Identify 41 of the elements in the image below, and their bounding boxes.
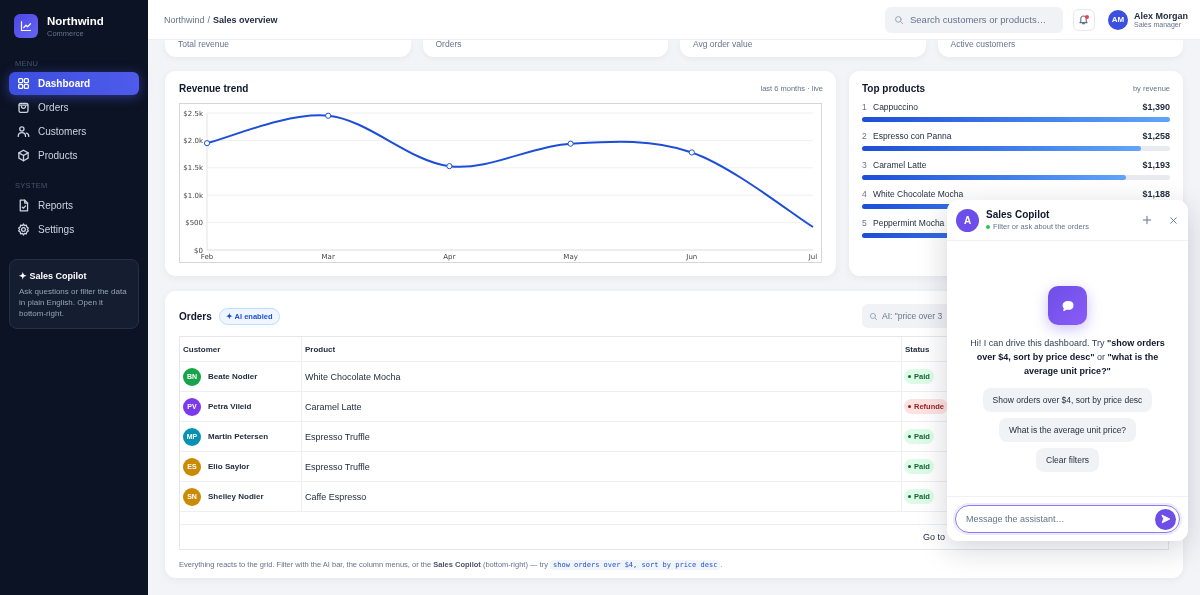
- product-name: White Chocolate Mocha: [873, 189, 964, 199]
- product-rank: 5: [862, 218, 868, 228]
- promo-text: Ask questions or filter the data in plain English. Open it bottom-right.: [19, 286, 128, 319]
- customer-name: Shelley Nodier: [208, 492, 264, 501]
- stat-label: Avg order value: [693, 39, 753, 49]
- product-revenue: $1,188: [1142, 189, 1170, 199]
- product-rank: 2: [862, 131, 868, 141]
- product-name: Peppermint Mocha: [873, 218, 945, 228]
- customer-name: Martin Petersen: [208, 432, 269, 441]
- product-rank: 1: [862, 102, 868, 112]
- table-cell: Espresso Truffle: [302, 422, 902, 451]
- assistant-avatar: A: [956, 208, 979, 232]
- panel-title: Sales Copilot: [986, 209, 1051, 220]
- stat-label: Active customers: [950, 39, 1016, 49]
- customer-name: Beate Nodier: [208, 372, 258, 381]
- stat-label: Total revenue: [178, 39, 230, 49]
- stat-label: Orders: [435, 39, 462, 49]
- breadcrumb-separator: /: [207, 14, 211, 25]
- table-cell: Caffe Espresso: [302, 482, 902, 511]
- card-title: Revenue trend: [179, 83, 249, 94]
- card-title: Orders: [179, 310, 212, 322]
- product-revenue: $1,193: [1142, 160, 1170, 170]
- brand-name: Northwind: [47, 14, 104, 27]
- table-cell: White Chocolate Mocha: [302, 362, 902, 391]
- product-name: Caramel Latte: [873, 160, 927, 170]
- breadcrumb-current: Sales overview: [213, 14, 278, 25]
- user-name: Alex Morgan: [1134, 11, 1188, 21]
- product-revenue: $1,390: [1142, 102, 1170, 112]
- card-title: Top products: [862, 83, 926, 94]
- product-revenue: $1,258: [1142, 131, 1170, 141]
- table-cell: Caramel Latte: [302, 392, 902, 421]
- table-cell: Espresso Truffle: [302, 452, 902, 481]
- product-name: Espresso con Panna: [873, 131, 952, 141]
- product-rank: 4: [862, 189, 868, 199]
- promo-title: ✦ Sales Copilot: [19, 271, 88, 281]
- customer-name: Elio Saylor: [208, 462, 250, 471]
- product-name: Cappuccino: [873, 102, 918, 112]
- greeting-message: Hi! I can drive this dashboard. Try "show orders over $4, sort by price desc" or "what is the average unit price?": [969, 337, 1166, 378]
- product-rank: 3: [862, 160, 868, 170]
- pager-label: Go to: [923, 532, 945, 542]
- customer-name: Petra Vileid: [208, 402, 252, 411]
